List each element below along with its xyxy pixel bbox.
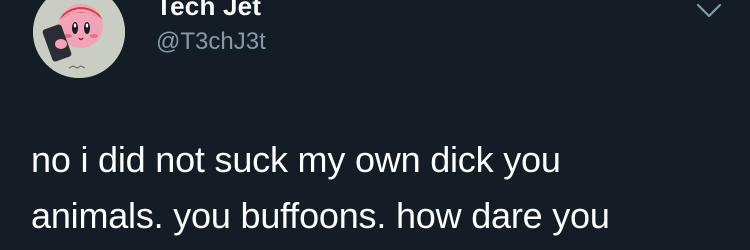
author-display-name[interactable]: Tech Jet [156,0,261,22]
chevron-down-icon[interactable] [694,0,724,22]
kirby-avatar-icon [33,0,125,78]
avatar[interactable] [33,0,125,78]
tweet-text: no i did not suck my own dick you animal… [31,139,610,236]
tweet-card: Tech Jet @T3chJ3t no i did not suck my o… [0,0,750,250]
author-handle[interactable]: @T3chJ3t [156,28,266,56]
